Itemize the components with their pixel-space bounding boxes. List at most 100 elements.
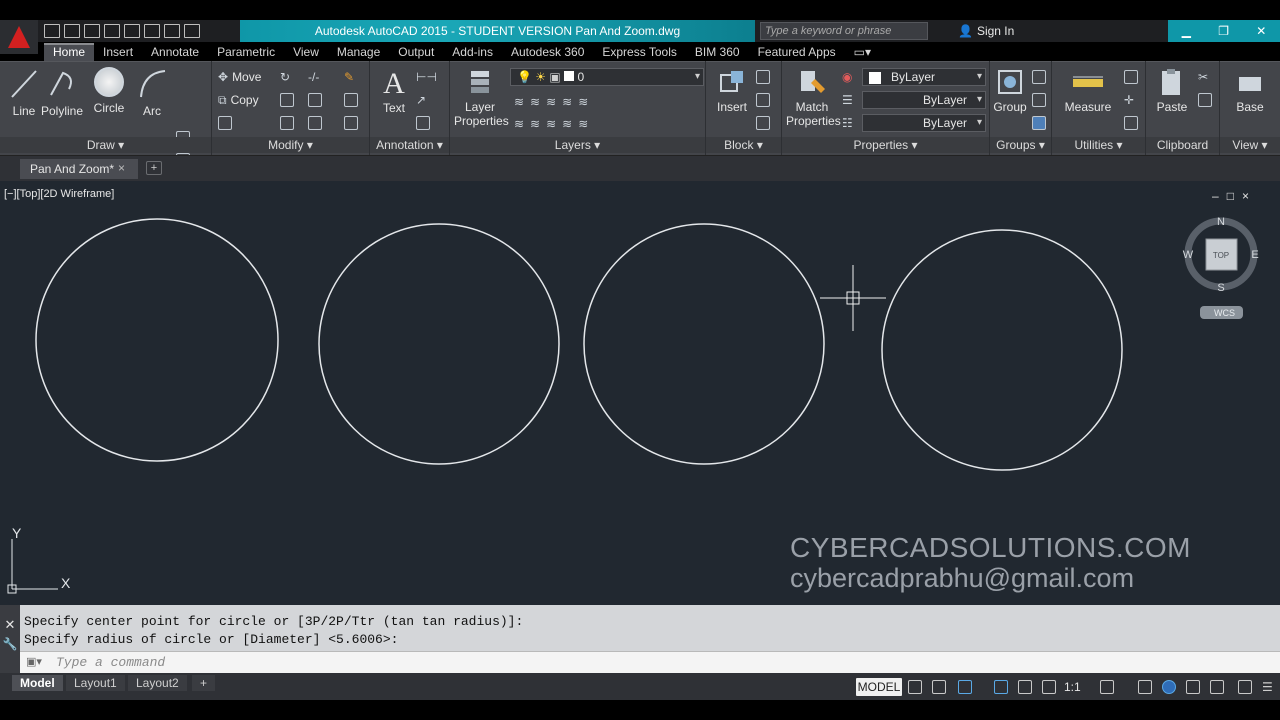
open-icon[interactable] <box>64 24 80 38</box>
ribbon-display-toggle-icon[interactable]: ▭▾ <box>845 43 880 61</box>
save-icon[interactable] <box>84 24 100 38</box>
lineweight-dropdown[interactable]: ByLayer <box>862 114 986 132</box>
save-as-icon[interactable] <box>104 24 120 38</box>
table-tool[interactable] <box>416 114 430 132</box>
close-command-icon[interactable]: ✕ <box>0 617 20 633</box>
isolate-objects-icon[interactable] <box>1162 680 1176 694</box>
layer-tools-row-1[interactable]: ≋≋≋≋≋ <box>514 93 594 111</box>
circle-1[interactable] <box>35 218 279 462</box>
tab-bim-360[interactable]: BIM 360 <box>686 43 749 61</box>
base-tool[interactable]: Base <box>1226 67 1274 114</box>
tab-manage[interactable]: Manage <box>328 43 389 61</box>
dimension-tool[interactable]: ⊢⊣ <box>416 68 437 86</box>
tab-insert[interactable]: Insert <box>94 43 142 61</box>
move-tool[interactable]: ✥ Move <box>218 68 261 86</box>
circle-3[interactable] <box>583 223 825 465</box>
layout-tab-layout1[interactable]: Layout1 <box>66 675 125 691</box>
grid-icon[interactable] <box>908 680 922 694</box>
restore-icon[interactable]: ❐ <box>1218 24 1229 38</box>
group-select-tool[interactable] <box>1032 114 1046 132</box>
close-tab-icon[interactable]: × <box>118 161 125 175</box>
close-icon[interactable]: ✕ <box>1256 24 1266 38</box>
layer-dropdown[interactable]: 💡 ☀ ▣ 0 <box>510 68 704 86</box>
add-layout-button[interactable]: + <box>192 675 216 691</box>
polar-icon[interactable] <box>994 680 1008 694</box>
tab-autodesk-360[interactable]: Autodesk 360 <box>502 43 593 61</box>
tab-add-ins[interactable]: Add-ins <box>443 43 502 61</box>
group-tool[interactable]: Group <box>990 67 1030 114</box>
compass-n[interactable]: N <box>1217 216 1225 228</box>
block-panel-label[interactable]: Block ▾ <box>706 137 781 153</box>
application-menu-button[interactable] <box>0 20 38 54</box>
new-tab-button[interactable]: + <box>146 161 162 175</box>
scale-tool[interactable] <box>280 114 294 132</box>
ortho-icon[interactable] <box>958 680 972 694</box>
quick-select-tool[interactable] <box>1124 68 1138 86</box>
fullscreen-icon[interactable] <box>1238 680 1252 694</box>
circle-4[interactable] <box>881 229 1123 471</box>
annotation-visibility-icon[interactable] <box>1042 680 1056 694</box>
annotation-scale[interactable]: 1:1 <box>1064 680 1081 694</box>
cut-tool[interactable]: ✂ <box>1198 68 1208 86</box>
search-input[interactable]: Type a keyword or phrase <box>760 22 928 40</box>
workspace-gear-icon[interactable] <box>1100 680 1114 694</box>
modify-panel-label[interactable]: Modify ▾ <box>212 137 369 153</box>
hardware-acceleration-icon[interactable] <box>1186 680 1200 694</box>
layout-tab-layout2[interactable]: Layout2 <box>128 675 187 691</box>
clean-screen-icon[interactable] <box>1210 680 1224 694</box>
utilities-panel-label[interactable]: Utilities ▾ <box>1052 137 1145 153</box>
draw-panel-label[interactable]: Draw ▾ <box>0 137 211 153</box>
snap-icon[interactable] <box>932 680 946 694</box>
attribute-tool[interactable] <box>756 114 770 132</box>
annotation-monitor-icon[interactable] <box>1138 680 1152 694</box>
customize-qat-icon[interactable] <box>184 24 200 38</box>
edit-block-tool[interactable] <box>756 91 770 109</box>
ungroup-tool[interactable] <box>1032 68 1046 86</box>
match-properties-tool[interactable]: Match Properties <box>786 67 841 128</box>
tab-view[interactable]: View <box>284 43 328 61</box>
layers-panel-label[interactable]: Layers ▾ <box>450 137 705 153</box>
wcs-label[interactable]: WCS <box>1214 308 1235 318</box>
arc-tool[interactable]: Arc <box>128 67 176 118</box>
redo-icon[interactable] <box>164 24 180 38</box>
tab-annotate[interactable]: Annotate <box>142 43 208 61</box>
command-input[interactable]: ▣▾ <box>20 651 1280 673</box>
create-block-tool[interactable] <box>756 68 770 86</box>
tab-parametric[interactable]: Parametric <box>208 43 284 61</box>
offset-tool[interactable] <box>344 114 358 132</box>
mirror-tool[interactable] <box>280 91 294 109</box>
viewcube[interactable]: TOP N S E W WCS <box>1183 216 1259 319</box>
array-tool[interactable] <box>308 114 322 132</box>
command-prompt-icon[interactable]: ▣▾ <box>26 655 42 668</box>
text-tool[interactable]: A Text <box>370 67 418 115</box>
polyline-tool[interactable]: Polyline <box>38 67 86 118</box>
command-line-handle[interactable]: ✕ 🔧 <box>0 605 20 673</box>
layout-tab-model[interactable]: Model <box>12 675 63 691</box>
undo-icon[interactable] <box>144 24 160 38</box>
print-icon[interactable] <box>124 24 140 38</box>
model-space-button[interactable]: MODEL <box>856 678 902 696</box>
compass-e[interactable]: E <box>1251 249 1258 261</box>
annotation-panel-label[interactable]: Annotation ▾ <box>370 137 449 153</box>
trim-tool[interactable]: -/- <box>308 68 319 86</box>
compass-w[interactable]: W <box>1183 249 1194 261</box>
color-dropdown[interactable]: ByLayer <box>862 68 986 86</box>
tab-express-tools[interactable]: Express Tools <box>593 43 685 61</box>
tab-output[interactable]: Output <box>389 43 443 61</box>
calculator-tool[interactable] <box>1124 114 1138 132</box>
linetype-dropdown[interactable]: ByLayer <box>862 91 986 109</box>
paste-tool[interactable]: Paste <box>1148 67 1196 114</box>
layer-tools-row-2[interactable]: ≋≋≋≋≋ <box>514 115 594 133</box>
stretch-tool[interactable] <box>218 114 232 132</box>
erase-tool[interactable]: ✎ <box>344 68 354 86</box>
fillet-tool[interactable] <box>308 91 322 109</box>
groups-panel-label[interactable]: Groups ▾ <box>990 137 1051 153</box>
sign-in-button[interactable]: 👤 Sign In <box>958 22 1014 40</box>
layer-properties-tool[interactable]: Layer Properties <box>454 67 509 128</box>
compass-s[interactable]: S <box>1217 282 1224 294</box>
measure-tool[interactable]: Measure <box>1062 67 1114 114</box>
leader-tool[interactable]: ↗ <box>416 91 426 109</box>
clipboard-panel-label[interactable]: Clipboard <box>1146 137 1219 153</box>
tab-home[interactable]: Home <box>44 43 95 61</box>
group-edit-tool[interactable] <box>1032 91 1046 109</box>
